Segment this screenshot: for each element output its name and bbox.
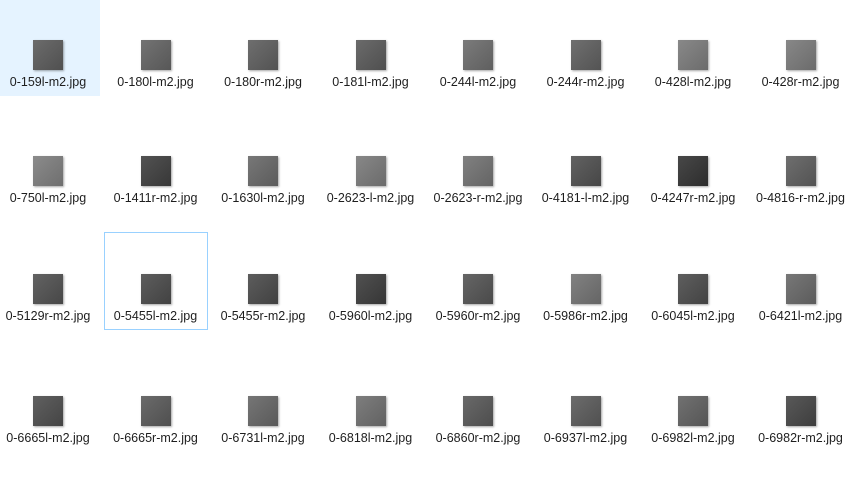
file-name: 0-180l-m2.jpg xyxy=(117,75,194,89)
file-item[interactable]: 0-6665r-m2.jpg xyxy=(104,354,208,452)
file-item[interactable]: 0-4816-r-m2.jpg xyxy=(749,114,853,234)
image-thumbnail-icon xyxy=(248,40,278,70)
file-name: 0-5129r-m2.jpg xyxy=(5,309,91,323)
file-name: 0-6860r-m2.jpg xyxy=(435,431,521,445)
image-thumbnail-icon xyxy=(570,274,601,304)
image-thumbnail-icon xyxy=(140,396,171,426)
file-name: 0-181l-m2.jpg xyxy=(332,75,409,89)
file-name: 0-5455l-m2.jpg xyxy=(113,309,198,323)
file-name: 0-428r-m2.jpg xyxy=(761,75,840,89)
file-item[interactable]: 0-2623-r-m2.jpg xyxy=(426,114,530,234)
image-thumbnail-icon xyxy=(785,40,816,70)
file-item[interactable]: 0-5455l-m2.jpg xyxy=(103,232,208,330)
image-thumbnail-icon xyxy=(355,156,386,186)
file-name: 0-428l-m2.jpg xyxy=(654,75,732,89)
file-item[interactable]: 0-5986r-m2.jpg xyxy=(534,232,638,330)
file-item[interactable]: 0-5960l-m2.jpg xyxy=(319,232,423,330)
file-item[interactable]: 0-180l-m2.jpg xyxy=(104,0,208,96)
file-item[interactable]: 0-180r-m2.jpg xyxy=(211,0,315,96)
file-name: 0-6937l-m2.jpg xyxy=(543,431,628,445)
image-thumbnail-icon xyxy=(248,274,278,304)
image-thumbnail-icon xyxy=(785,274,816,304)
file-item[interactable]: 0-4247r-m2.jpg xyxy=(641,114,745,234)
file-name: 0-1630l-m2.jpg xyxy=(221,191,305,205)
image-thumbnail-icon xyxy=(463,274,493,304)
file-name: 0-4816-r-m2.jpg xyxy=(756,191,845,205)
file-item[interactable]: 0-1630l-m2.jpg xyxy=(211,114,315,234)
file-item[interactable]: 0-6421l-m2.jpg xyxy=(749,232,853,330)
image-thumbnail-icon xyxy=(140,274,171,304)
image-thumbnail-icon xyxy=(785,396,816,426)
file-item[interactable]: 0-6665l-m2.jpg xyxy=(0,354,100,452)
file-item[interactable]: 0-6818l-m2.jpg xyxy=(319,354,423,452)
image-thumbnail-icon xyxy=(140,156,171,186)
file-name: 0-180r-m2.jpg xyxy=(224,75,302,89)
file-item[interactable]: 0-428r-m2.jpg xyxy=(749,0,853,96)
file-name: 0-1411r-m2.jpg xyxy=(113,191,198,205)
image-thumbnail-icon xyxy=(355,274,386,304)
image-thumbnail-icon xyxy=(355,396,386,426)
file-name: 0-244r-m2.jpg xyxy=(546,75,625,89)
image-thumbnail-icon xyxy=(33,274,63,304)
file-name: 0-5960l-m2.jpg xyxy=(328,309,413,323)
file-item[interactable]: 0-4181-l-m2.jpg xyxy=(534,114,638,234)
file-name: 0-6421l-m2.jpg xyxy=(758,309,843,323)
file-name: 0-2623-r-m2.jpg xyxy=(433,191,523,205)
image-thumbnail-icon xyxy=(463,40,493,70)
image-thumbnail-icon xyxy=(248,156,278,186)
file-item[interactable]: 0-244l-m2.jpg xyxy=(426,0,530,96)
file-name: 0-6982l-m2.jpg xyxy=(651,431,735,445)
file-item[interactable]: 0-159l-m2.jpg xyxy=(0,0,100,96)
file-name: 0-6982r-m2.jpg xyxy=(758,431,843,445)
image-thumbnail-icon xyxy=(33,156,63,186)
file-item[interactable]: 0-244r-m2.jpg xyxy=(534,0,638,96)
file-item[interactable]: 0-750l-m2.jpg xyxy=(0,114,100,234)
file-item[interactable]: 0-6982r-m2.jpg xyxy=(749,354,853,452)
image-thumbnail-icon xyxy=(678,274,708,304)
file-name: 0-6818l-m2.jpg xyxy=(328,431,413,445)
file-name: 0-4181-l-m2.jpg xyxy=(541,191,630,205)
image-thumbnail-icon xyxy=(248,396,278,426)
file-item[interactable]: 0-6937l-m2.jpg xyxy=(534,354,638,452)
file-name: 0-6665r-m2.jpg xyxy=(113,431,198,445)
file-item[interactable]: 0-6982l-m2.jpg xyxy=(641,354,745,452)
image-thumbnail-icon xyxy=(570,40,601,70)
file-item[interactable]: 0-1411r-m2.jpg xyxy=(104,114,208,234)
file-name: 0-4247r-m2.jpg xyxy=(650,191,736,205)
file-name: 0-6045l-m2.jpg xyxy=(651,309,735,323)
image-thumbnail-icon xyxy=(678,40,708,70)
file-name: 0-5455r-m2.jpg xyxy=(220,309,306,323)
file-name: 0-750l-m2.jpg xyxy=(9,191,87,205)
image-thumbnail-icon xyxy=(140,40,171,70)
image-thumbnail-icon xyxy=(355,40,386,70)
file-name: 0-2623-l-m2.jpg xyxy=(326,191,415,205)
image-thumbnail-icon xyxy=(570,156,601,186)
file-item[interactable]: 0-6045l-m2.jpg xyxy=(641,232,745,330)
image-thumbnail-icon xyxy=(570,396,601,426)
file-item[interactable]: 0-181l-m2.jpg xyxy=(319,0,423,96)
image-thumbnail-icon xyxy=(463,156,493,186)
image-thumbnail-icon xyxy=(33,396,63,426)
file-item[interactable]: 0-5455r-m2.jpg xyxy=(211,232,315,330)
file-name: 0-6665l-m2.jpg xyxy=(6,431,90,445)
image-thumbnail-icon xyxy=(678,156,708,186)
file-name: 0-159l-m2.jpg xyxy=(9,75,87,89)
file-name: 0-6731l-m2.jpg xyxy=(221,431,305,445)
image-thumbnail-icon xyxy=(678,396,708,426)
image-thumbnail-icon xyxy=(785,156,816,186)
file-item[interactable]: 0-5960r-m2.jpg xyxy=(426,232,530,330)
image-thumbnail-icon xyxy=(463,396,493,426)
file-item[interactable]: 0-2623-l-m2.jpg xyxy=(319,114,423,234)
file-item[interactable]: 0-428l-m2.jpg xyxy=(641,0,745,96)
file-item[interactable]: 0-6731l-m2.jpg xyxy=(211,354,315,452)
file-grid: 0-159l-m2.jpg 0-180l-m2.jpg 0-180r-m2.jpg 0… xyxy=(0,0,861,481)
file-name: 0-5960r-m2.jpg xyxy=(435,309,521,323)
file-name: 0-5986r-m2.jpg xyxy=(543,309,628,323)
file-item[interactable]: 0-5129r-m2.jpg xyxy=(0,232,100,330)
file-name: 0-244l-m2.jpg xyxy=(439,75,517,89)
image-thumbnail-icon xyxy=(33,40,63,70)
file-item[interactable]: 0-6860r-m2.jpg xyxy=(426,354,530,452)
